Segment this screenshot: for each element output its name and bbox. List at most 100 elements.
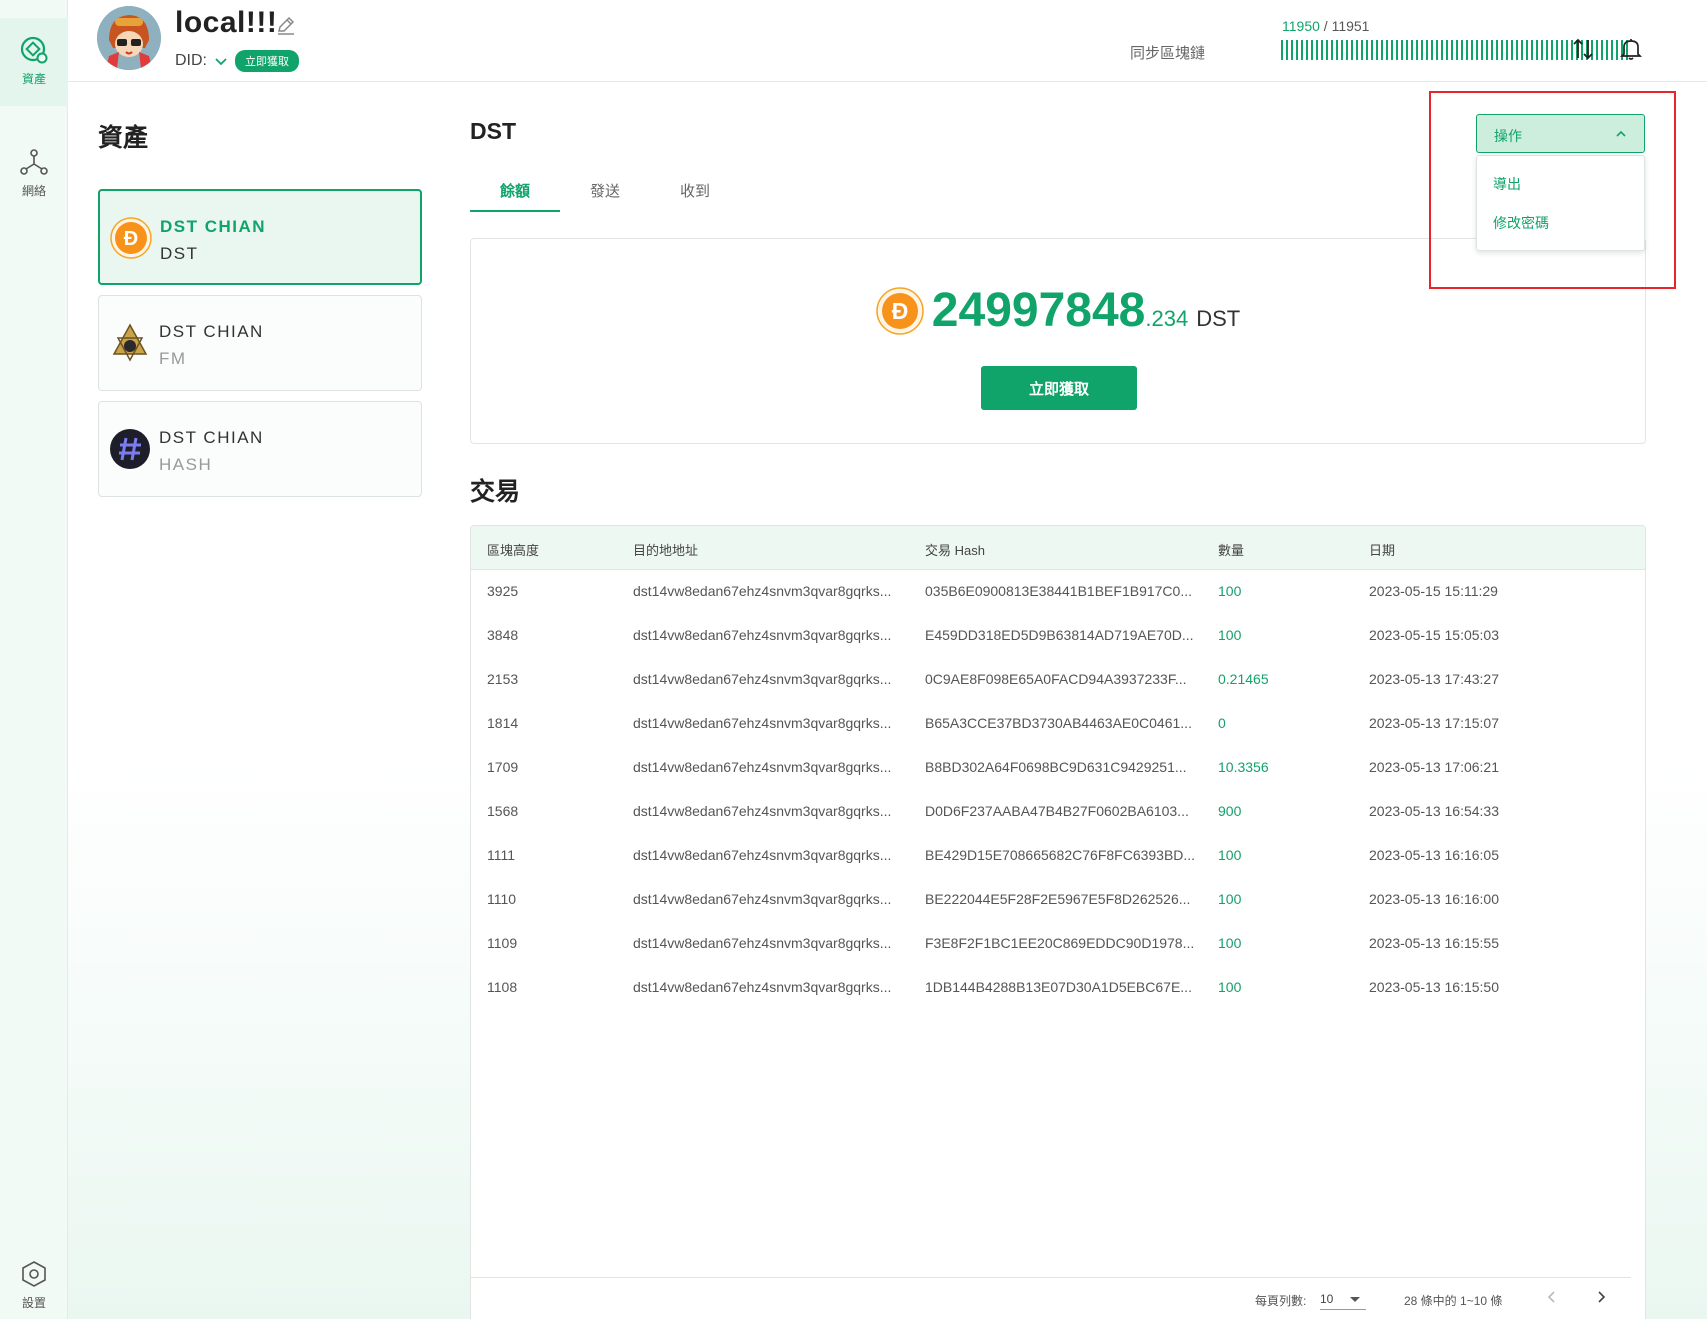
cell-hash: BE222044E5F28F2E5967E5F8D262526...: [925, 891, 1191, 907]
chevron-up-icon: [1614, 127, 1628, 141]
cell-address: dst14vw8edan67ehz4snvm3qvar8gqrks...: [633, 671, 892, 687]
col-amount: 數量: [1218, 543, 1245, 558]
settings-icon: [18, 1258, 50, 1290]
dst-coin-icon: Đ: [110, 217, 152, 259]
asset-name: DST CHIAN: [159, 428, 264, 447]
asset-card-hash[interactable]: DST CHIAN HASH: [98, 401, 422, 497]
table-row[interactable]: 1568 dst14vw8edan67ehz4snvm3qvar8gqrks..…: [471, 790, 1645, 834]
cell-height: 2153: [487, 671, 519, 687]
asset-card-fm[interactable]: DST CHIAN FM: [98, 295, 422, 391]
cell-address: dst14vw8edan67ehz4snvm3qvar8gqrks...: [633, 803, 892, 819]
cell-height: 3925: [487, 583, 519, 599]
next-page-icon[interactable]: [1592, 1288, 1610, 1306]
assets-icon: [18, 34, 50, 66]
left-nav-rail: 資產 網絡 設置: [0, 0, 68, 1319]
asset-name: DST CHIAN: [159, 322, 264, 341]
asset-card-dst[interactable]: Đ DST CHIAN DST: [98, 189, 422, 285]
did-claim-badge[interactable]: 立即獲取: [235, 50, 299, 72]
table-row[interactable]: 1111 dst14vw8edan67ehz4snvm3qvar8gqrks..…: [471, 834, 1645, 878]
cell-height: 1108: [487, 979, 518, 995]
cell-address: dst14vw8edan67ehz4snvm3qvar8gqrks...: [633, 583, 892, 599]
actions-label: 操作: [1494, 128, 1522, 144]
tab-receive[interactable]: 收到: [650, 170, 740, 212]
sync-label: 同步區塊鏈: [1130, 45, 1206, 62]
cell-amount: 100: [1218, 847, 1242, 863]
svg-text:Đ: Đ: [891, 298, 908, 324]
table-row[interactable]: 3848 dst14vw8edan67ehz4snvm3qvar8gqrks..…: [471, 614, 1645, 658]
cell-address: dst14vw8edan67ehz4snvm3qvar8gqrks...: [633, 715, 892, 731]
table-row[interactable]: 1109 dst14vw8edan67ehz4snvm3qvar8gqrks..…: [471, 922, 1645, 966]
cell-date: 2023-05-13 16:54:33: [1369, 803, 1499, 819]
caret-down-icon: [1350, 1297, 1360, 1302]
cell-height: 1709: [487, 759, 519, 775]
assets-title: 資產: [98, 124, 149, 152]
cell-address: dst14vw8edan67ehz4snvm3qvar8gqrks...: [633, 847, 892, 863]
cell-date: 2023-05-13 16:15:50: [1369, 979, 1499, 995]
menu-item-change-password[interactable]: 修改密碼: [1493, 213, 1549, 233]
cell-amount: 900: [1218, 803, 1242, 819]
hash-icon: [109, 428, 151, 470]
nav-assets[interactable]: 資產: [0, 18, 68, 106]
nav-network-label: 網絡: [21, 184, 46, 198]
cell-height: 1814: [487, 715, 519, 731]
nav-network[interactable]: 網絡: [0, 146, 68, 206]
balance-display: Đ 24997848.234 DST: [471, 283, 1645, 338]
asset-symbol: FM: [159, 349, 187, 368]
tab-send[interactable]: 發送: [560, 170, 650, 212]
claim-now-button[interactable]: 立即獲取: [981, 366, 1137, 410]
asset-name: DST CHIAN: [160, 217, 267, 236]
per-page-select[interactable]: 10: [1320, 1286, 1366, 1310]
avatar[interactable]: [97, 6, 161, 70]
wallet-name: local!!!: [175, 6, 278, 39]
edit-name-icon[interactable]: [275, 14, 297, 36]
cell-height: 3848: [487, 627, 519, 643]
cell-date: 2023-05-13 16:15:55: [1369, 935, 1499, 951]
cell-amount: 100: [1218, 627, 1242, 643]
cell-height: 1110: [487, 891, 517, 907]
col-date: 日期: [1369, 543, 1396, 558]
sync-total: 11951: [1331, 18, 1370, 34]
cell-hash: BE429D15E708665682C76F8FC6393BD...: [925, 847, 1196, 863]
per-page-value: 10: [1320, 1292, 1334, 1306]
sync-count: 11950 / 11951: [1282, 18, 1369, 34]
cell-date: 2023-05-15 15:11:29: [1369, 583, 1498, 599]
sync-arrows-icon[interactable]: [1570, 36, 1596, 62]
cell-height: 1111: [487, 847, 516, 863]
table-header: 區塊高度 目的地地址 交易 Hash 數量 日期: [471, 526, 1645, 570]
table-row[interactable]: 1709 dst14vw8edan67ehz4snvm3qvar8gqrks..…: [471, 746, 1645, 790]
prev-page-icon[interactable]: [1543, 1288, 1561, 1306]
nav-settings[interactable]: 設置: [0, 1258, 68, 1318]
transactions-title: 交易: [470, 478, 521, 506]
balance-integer: 24997848: [931, 284, 1146, 337]
chevron-down-icon[interactable]: [213, 53, 229, 69]
cell-hash: B65A3CCE37BD3730AB4463AE0C0461...: [925, 715, 1192, 731]
cell-date: 2023-05-13 17:43:27: [1369, 671, 1499, 687]
table-row[interactable]: 1108 dst14vw8edan67ehz4snvm3qvar8gqrks..…: [471, 966, 1645, 1010]
col-block-height: 區塊高度: [487, 543, 540, 558]
bell-icon[interactable]: [1618, 36, 1644, 62]
table-row[interactable]: 1110 dst14vw8edan67ehz4snvm3qvar8gqrks..…: [471, 878, 1645, 922]
cell-height: 1109: [487, 935, 518, 951]
nav-settings-label: 設置: [21, 1296, 46, 1310]
menu-item-export[interactable]: 導出: [1493, 174, 1521, 194]
cell-hash: D0D6F237AABA47B4B27F0602BA6103...: [925, 803, 1189, 819]
transactions-table: 區塊高度 目的地地址 交易 Hash 數量 日期 3925 dst14vw8ed…: [470, 525, 1646, 1319]
asset-tabs: 餘額 發送 收到: [470, 170, 740, 212]
balance-unit: DST: [1196, 306, 1241, 331]
tab-balance[interactable]: 餘額: [470, 170, 560, 212]
cell-date: 2023-05-13 17:06:21: [1369, 759, 1499, 775]
network-icon: [18, 146, 50, 178]
col-destination: 目的地地址: [633, 543, 699, 558]
cell-hash: 035B6E0900813E38441B1BEF1B917C0...: [925, 583, 1192, 599]
svg-text:Đ: Đ: [124, 228, 138, 250]
cell-hash: E459DD318ED5D9B63814AD719AE70D...: [925, 627, 1194, 643]
cell-date: 2023-05-13 16:16:00: [1369, 891, 1499, 907]
cell-amount: 100: [1218, 979, 1242, 995]
table-row[interactable]: 3925 dst14vw8edan67ehz4snvm3qvar8gqrks..…: [471, 570, 1645, 614]
cell-hash: 0C9AE8F098E65A0FACD94A3937233F...: [925, 671, 1187, 687]
table-row[interactable]: 1814 dst14vw8edan67ehz4snvm3qvar8gqrks..…: [471, 702, 1645, 746]
actions-dropdown-button[interactable]: 操作: [1476, 114, 1645, 153]
table-row[interactable]: 2153 dst14vw8edan67ehz4snvm3qvar8gqrks..…: [471, 658, 1645, 702]
cell-hash: B8BD302A64F0698BC9D631C9429251...: [925, 759, 1187, 775]
sync-separator: /: [1319, 18, 1332, 34]
